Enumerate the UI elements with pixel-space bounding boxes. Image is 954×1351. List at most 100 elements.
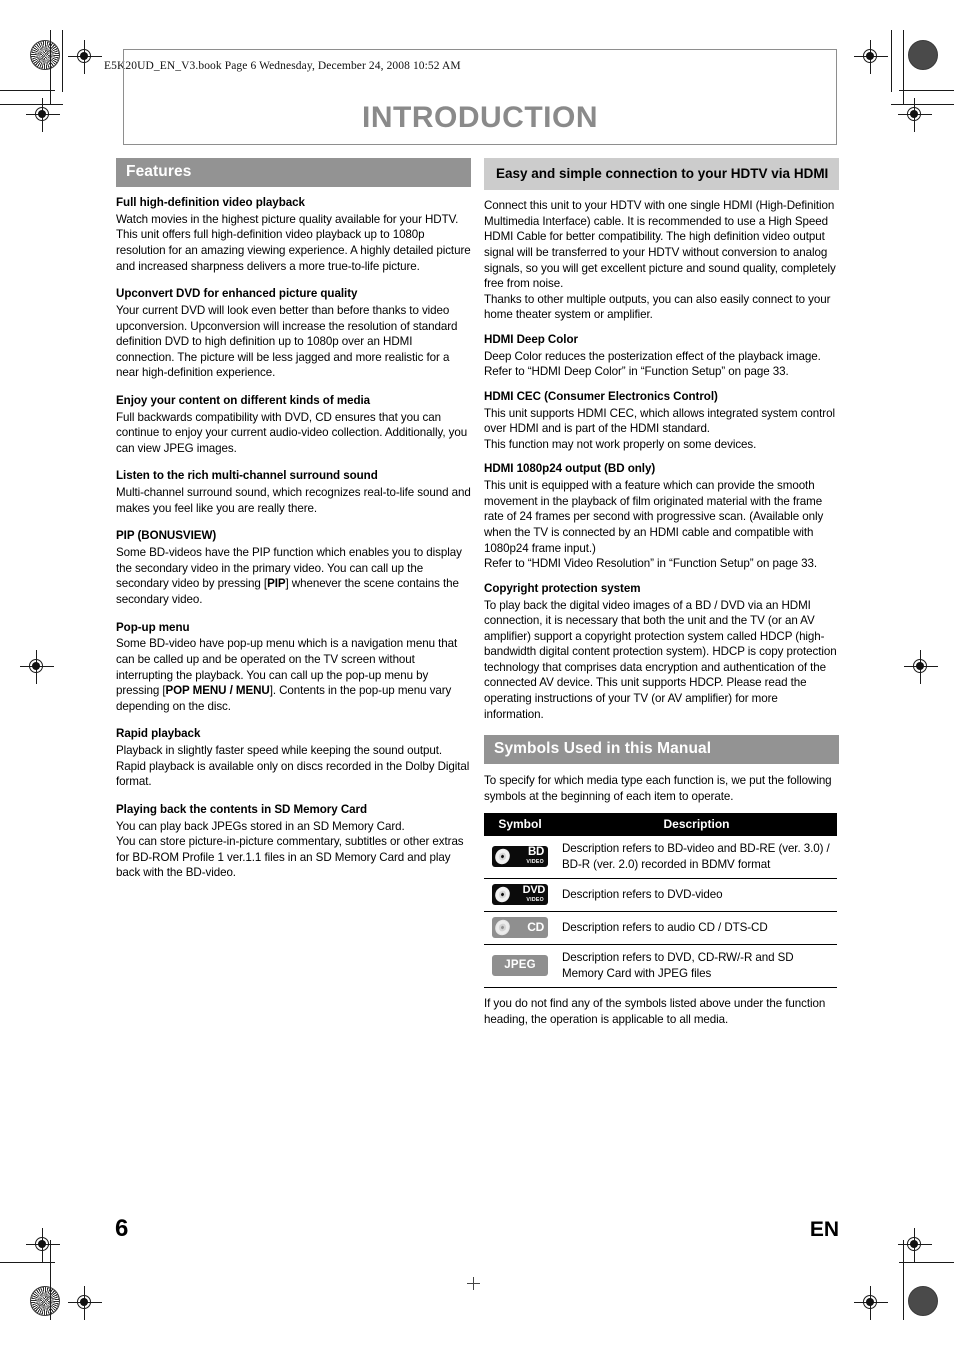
feature-paragraph: Multi-channel surround sound, which reco… (116, 486, 471, 515)
feature-block-hdmi-1080p24: HDMI 1080p24 output (BD only) This unit … (484, 462, 839, 571)
crosshair-mark-top-left (68, 40, 102, 74)
solid-registration-mark-top-right (908, 40, 938, 70)
symbol-cell: JPEG (484, 944, 556, 988)
section-heading-symbols: Symbols Used in this Manual (484, 735, 839, 765)
feature-block-different-media: Enjoy your content on different kinds of… (116, 394, 471, 457)
symbols-section: Symbols Used in this Manual To specify f… (484, 735, 839, 1027)
left-column: Features Full high-definition video play… (116, 158, 471, 894)
feature-heading: Listen to the rich multi-channel surroun… (116, 469, 378, 483)
feature-paragraph: Deep Color reduces the posterization eff… (484, 349, 821, 379)
crop-line-top-left-inner-horizontal (0, 104, 63, 105)
feature-paragraph: You can play back JPEGs stored in an SD … (116, 819, 405, 833)
feature-heading: HDMI 1080p24 output (BD only) (484, 462, 656, 476)
feature-block-copyright-protection: Copyright protection system To play back… (484, 582, 839, 722)
page-title: INTRODUCTION (362, 101, 598, 134)
feature-heading: Pop-up menu (116, 620, 190, 634)
disc-icon (493, 885, 512, 905)
feature-block-upconvert-dvd: Upconvert DVD for enhanced picture quali… (116, 287, 471, 381)
feature-heading: HDMI CEC (Consumer Electronics Control) (484, 389, 718, 403)
feature-block-surround-sound: Listen to the rich multi-channel surroun… (116, 469, 471, 516)
crop-line-top-right-inner-horizontal (891, 104, 954, 105)
feature-paragraph: Some BD-video have pop-up menu which is … (116, 636, 471, 714)
symbols-table-header-symbol: Symbol (484, 813, 556, 837)
symbol-cell: BD VIDEO (484, 836, 556, 880)
feature-heading: Upconvert DVD for enhanced picture quali… (116, 287, 358, 301)
crosshair-mark-bottom-right (854, 1286, 888, 1320)
feature-paragraph: To play back the digital video images of… (484, 598, 837, 721)
crosshair-mark-lower-inner-left (26, 1228, 60, 1262)
crosshair-mark-middle-right (904, 650, 938, 684)
crop-line-bottom-left-horizontal (0, 1262, 55, 1263)
feature-paragraph: Some BD-videos have the PIP function whi… (116, 545, 471, 607)
table-row: BD VIDEO Description refers to BD-video … (484, 836, 837, 880)
feature-paragraph: This function may not work properly on s… (484, 437, 757, 451)
crop-line-top-left-horizontal (0, 90, 55, 91)
feature-paragraph: Your current DVD will look even better t… (116, 303, 458, 380)
crop-line-bottom-right-horizontal (899, 1262, 954, 1263)
cd-badge-icon: CD (492, 917, 548, 939)
section-heading-hdmi-connection: Easy and simple connection to your HDTV … (484, 158, 839, 191)
symbol-description: Description refers to BD-video and BD-RE… (556, 836, 837, 880)
badge-main-label: DVD (522, 884, 546, 897)
symbols-table: Symbol Description BD VIDEO Description … (484, 813, 837, 988)
badge-main-label: CD (527, 920, 544, 935)
feature-block-hdmi-cec: HDMI CEC (Consumer Electronics Control) … (484, 390, 839, 453)
feature-block-pop-up-menu: Pop-up menu Some BD-video have pop-up me… (116, 621, 471, 715)
symbol-description: Description refers to DVD-video (556, 878, 837, 913)
crop-line-top-right-horizontal (899, 90, 954, 91)
badge-main-label: BD (527, 846, 544, 859)
feature-paragraph: Full backwards compatibility with DVD, C… (116, 410, 468, 455)
key-label-pop-menu: POP MENU / MENU (165, 684, 270, 698)
center-fold-mark (467, 1277, 480, 1290)
feature-block-hdmi-deep-color: HDMI Deep Color Deep Color reduces the p… (484, 333, 839, 380)
crop-line-top-right-inner-vertical (891, 30, 892, 92)
feature-paragraph: This unit is equipped with a feature whi… (484, 479, 824, 555)
crop-line-top-right-vertical (903, 30, 904, 105)
crop-line-top-left-inner-vertical (62, 30, 63, 92)
halftone-registration-mark-bottom-left (30, 1286, 60, 1316)
crosshair-mark-top-right (854, 40, 888, 74)
halftone-registration-mark-top-left (30, 40, 60, 70)
dvd-video-badge-icon: DVD VIDEO (492, 884, 548, 906)
hdmi-intro-paragraph: Connect this unit to your HDTV with one … (484, 199, 836, 291)
table-row: JPEG Description refers to DVD, CD-RW/-R… (484, 944, 837, 988)
feature-paragraph: Watch movies in the highest picture qual… (116, 212, 471, 273)
symbol-cell: DVD VIDEO (484, 878, 556, 913)
symbol-description: Description refers to DVD, CD-RW/-R and … (556, 944, 837, 988)
feature-heading: Full high-definition video playback (116, 196, 305, 209)
symbols-table-header-description: Description (556, 813, 837, 837)
feature-heading: Enjoy your content on different kinds of… (116, 393, 371, 407)
feature-block-pip-bonusview: PIP (BONUSVIEW) Some BD-videos have the … (116, 529, 471, 607)
feature-paragraph: Playback in slightly faster speed while … (116, 744, 443, 758)
badge-sub-label: VIDEO (526, 896, 544, 903)
badge-main-label: JPEG (504, 958, 536, 971)
section-heading-features: Features (116, 158, 471, 187)
crop-line-top-left-vertical (50, 30, 51, 105)
table-row: DVD VIDEO Description refers to DVD-vide… (484, 878, 837, 913)
symbols-note-text: If you do not find any of the symbols li… (484, 996, 826, 1026)
crosshair-mark-middle-left (20, 650, 54, 684)
disc-icon (493, 847, 512, 867)
symbols-table-header-row: Symbol Description (484, 813, 837, 837)
feature-heading: HDMI Deep Color (484, 332, 578, 346)
symbol-cell: CD (484, 911, 556, 946)
language-code: EN (809, 1218, 839, 1241)
solid-registration-mark-bottom-right (908, 1286, 938, 1316)
right-column: Easy and simple connection to your HDTV … (484, 158, 839, 1027)
badge-sub-label: VIDEO (526, 859, 544, 866)
feature-block-rapid-playback: Rapid playback Playback in slightly fast… (116, 727, 471, 790)
crop-line-bottom-right-vertical (903, 1240, 904, 1320)
hdmi-intro-block: Connect this unit to your HDTV with one … (484, 198, 839, 323)
disc-icon (493, 918, 512, 938)
key-label-pip: PIP (267, 577, 286, 591)
feature-heading: Rapid playback (116, 727, 201, 741)
feature-paragraph: Refer to “HDMI Video Resolution” in “Fun… (484, 557, 817, 571)
feature-paragraph: You can store picture-in-picture comment… (116, 835, 464, 880)
hdmi-intro-paragraph: Thanks to other multiple outputs, you ca… (484, 292, 831, 322)
feature-heading: PIP (BONUSVIEW) (116, 529, 217, 543)
bd-video-badge-icon: BD VIDEO (492, 846, 548, 868)
feature-block-sd-memory-card: Playing back the contents in SD Memory C… (116, 803, 471, 881)
jpeg-badge-icon: JPEG (492, 955, 548, 977)
page-number: 6 (115, 1215, 129, 1242)
feature-heading: Copyright protection system (484, 581, 641, 595)
